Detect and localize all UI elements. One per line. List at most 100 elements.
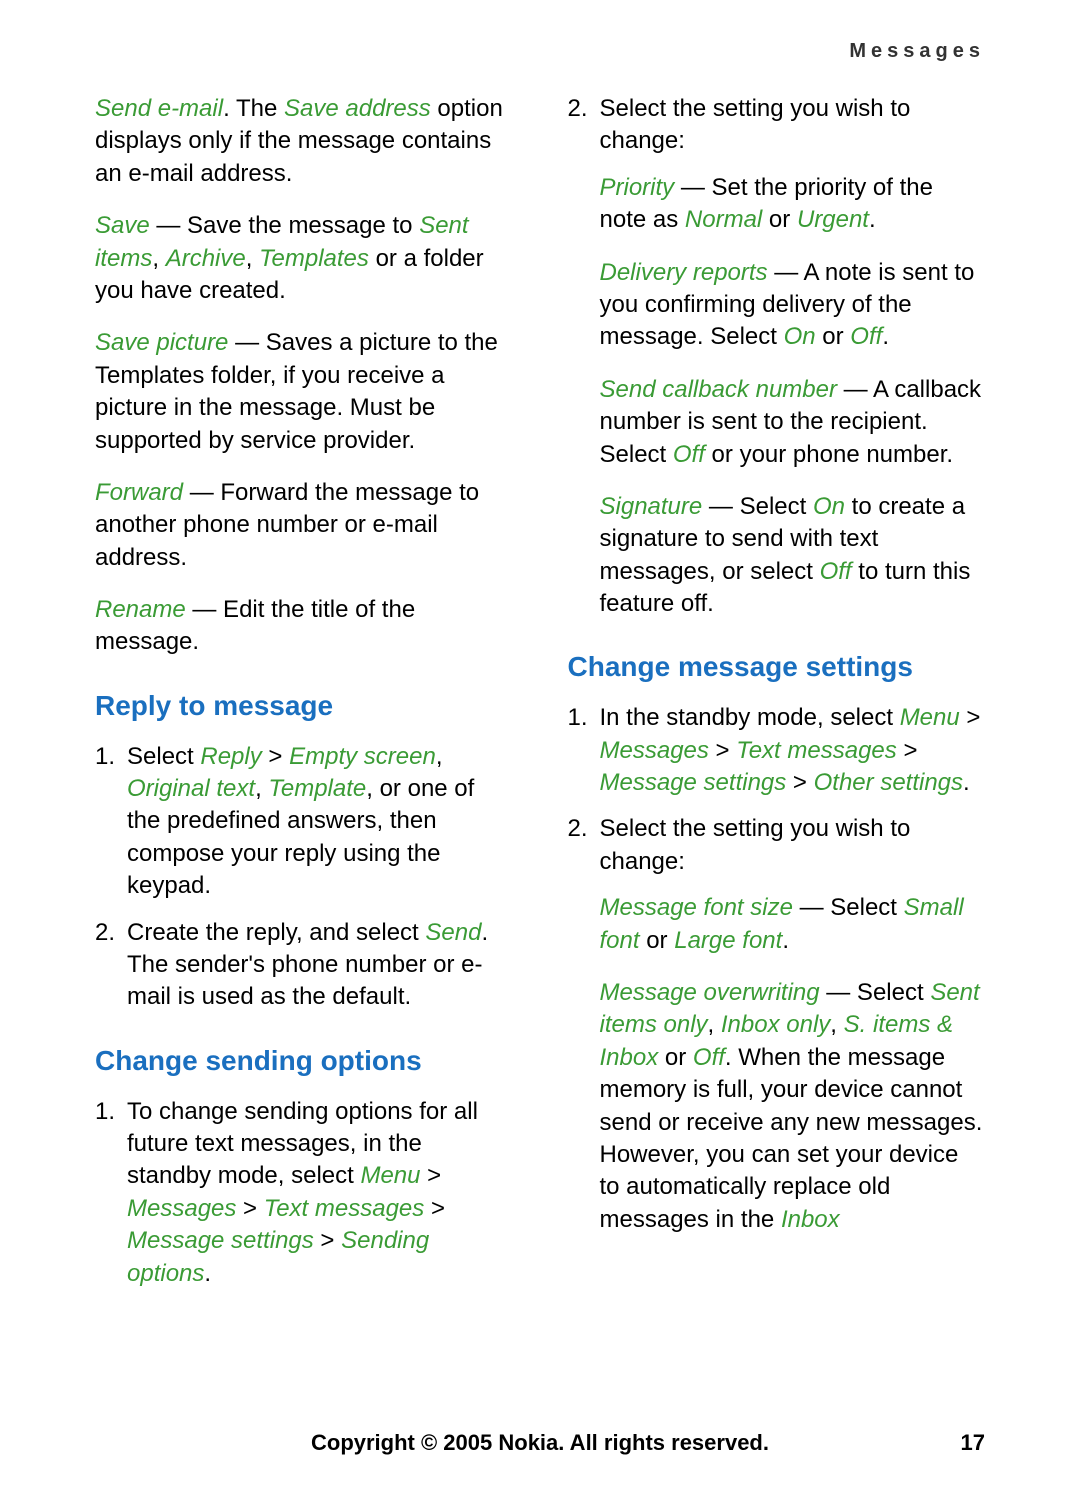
term: Priority [600, 174, 675, 201]
text: > [786, 769, 813, 796]
indent-fontsize: Message font size — Select Small font or… [568, 892, 986, 957]
indent-priority: Priority — Set the priority of the note … [568, 172, 986, 237]
page-header: Messages [95, 40, 985, 63]
term: Send [425, 919, 481, 946]
term: Normal [685, 206, 762, 233]
term: Template [268, 775, 366, 802]
list-item: In the standby mode, select Menu > Messa… [568, 702, 986, 799]
term: Messages [600, 737, 709, 764]
term: Save [95, 212, 150, 239]
term: Save address [284, 95, 431, 122]
text: . [782, 927, 789, 954]
text: — Select [793, 894, 904, 921]
reply-list: Select Reply > Empty screen, Original te… [95, 741, 513, 1014]
text: . When the message memory is full, your … [600, 1044, 983, 1233]
list-item: Create the reply, and select Send. The s… [95, 917, 513, 1014]
term: Message settings [600, 769, 787, 796]
text: Select the setting you wish to change: [600, 95, 911, 154]
list-item: Select Reply > Empty screen, Original te… [95, 741, 513, 903]
term: On [784, 323, 816, 350]
indent-delivery: Delivery reports — A note is sent to you… [568, 257, 986, 354]
heading-sending-options: Change sending options [95, 1042, 513, 1080]
term: Text messages [736, 737, 897, 764]
text: > [236, 1195, 263, 1222]
text: > [709, 737, 736, 764]
indent-overwriting: Message overwriting — Select Sent items … [568, 977, 986, 1236]
list-item: To change sending options for all future… [95, 1096, 513, 1290]
text: > [960, 704, 981, 731]
term: Forward [95, 479, 183, 506]
term: On [813, 493, 845, 520]
text: . [869, 206, 876, 233]
term: Text messages [264, 1195, 425, 1222]
text: . [963, 769, 970, 796]
term: Send callback number [600, 376, 837, 403]
text: , [830, 1011, 843, 1038]
term: Off [820, 558, 852, 585]
term: Large font [674, 927, 782, 954]
text: Select the setting you wish to change: [600, 815, 911, 874]
text: or your phone number. [705, 441, 953, 468]
sending-options-list: To change sending options for all future… [95, 1096, 513, 1290]
text: , [436, 743, 443, 770]
para-save-picture: Save picture — Saves a picture to the Te… [95, 327, 513, 457]
text: or [816, 323, 851, 350]
term: Original text [127, 775, 255, 802]
text: In the standby mode, select [600, 704, 900, 731]
term: Archive [166, 245, 246, 272]
text: > [314, 1227, 341, 1254]
term: Message settings [127, 1227, 314, 1254]
term: Inbox only [721, 1011, 830, 1038]
term: Urgent [797, 206, 869, 233]
term: Send e-mail [95, 95, 223, 122]
text: Create the reply, and select [127, 919, 425, 946]
term: Inbox [781, 1206, 840, 1233]
term: Other settings [814, 769, 963, 796]
term: Message overwriting [600, 979, 820, 1006]
term: Signature [600, 493, 703, 520]
heading-reply: Reply to message [95, 687, 513, 725]
text: . [882, 323, 889, 350]
term: Templates [259, 245, 369, 272]
content-columns: Send e-mail. The Save address option dis… [95, 93, 985, 1304]
term: Messages [127, 1195, 236, 1222]
term: Off [693, 1044, 725, 1071]
right-top-list: Select the setting you wish to change: [568, 93, 986, 158]
heading-message-settings: Change message settings [568, 648, 986, 686]
text: — Select [702, 493, 813, 520]
indent-signature: Signature — Select On to create a signat… [568, 491, 986, 621]
term: Message font size [600, 894, 793, 921]
para-send-email: Send e-mail. The Save address option dis… [95, 93, 513, 190]
term: Rename [95, 596, 186, 623]
term: Delivery reports [600, 259, 768, 286]
term: Empty screen [289, 743, 436, 770]
text: , [246, 245, 259, 272]
footer-copyright: Copyright © 2005 Nokia. All rights reser… [0, 1430, 1080, 1456]
text: — Save the message to [150, 212, 419, 239]
text: or [640, 927, 675, 954]
text: Select [127, 743, 200, 770]
message-settings-list: In the standby mode, select Menu > Messa… [568, 702, 986, 878]
text: . The [223, 95, 284, 122]
text: — Select [820, 979, 931, 1006]
left-column: Send e-mail. The Save address option dis… [95, 93, 513, 1304]
text: > [424, 1195, 445, 1222]
term: Reply [200, 743, 261, 770]
right-column: Select the setting you wish to change: P… [568, 93, 986, 1304]
text: or [658, 1044, 693, 1071]
para-forward: Forward — Forward the message to another… [95, 477, 513, 574]
term: Menu [360, 1162, 420, 1189]
list-item: Select the setting you wish to change: [568, 813, 986, 878]
para-save: Save — Save the message to Sent items, A… [95, 210, 513, 307]
term: Off [673, 441, 705, 468]
text: . [204, 1260, 211, 1287]
term: Off [850, 323, 882, 350]
page-number: 17 [961, 1430, 985, 1456]
text: > [897, 737, 918, 764]
text: , [152, 245, 165, 272]
indent-callback: Send callback number — A callback number… [568, 374, 986, 471]
term: Menu [900, 704, 960, 731]
text: > [262, 743, 289, 770]
text: > [421, 1162, 442, 1189]
para-rename: Rename — Edit the title of the message. [95, 594, 513, 659]
